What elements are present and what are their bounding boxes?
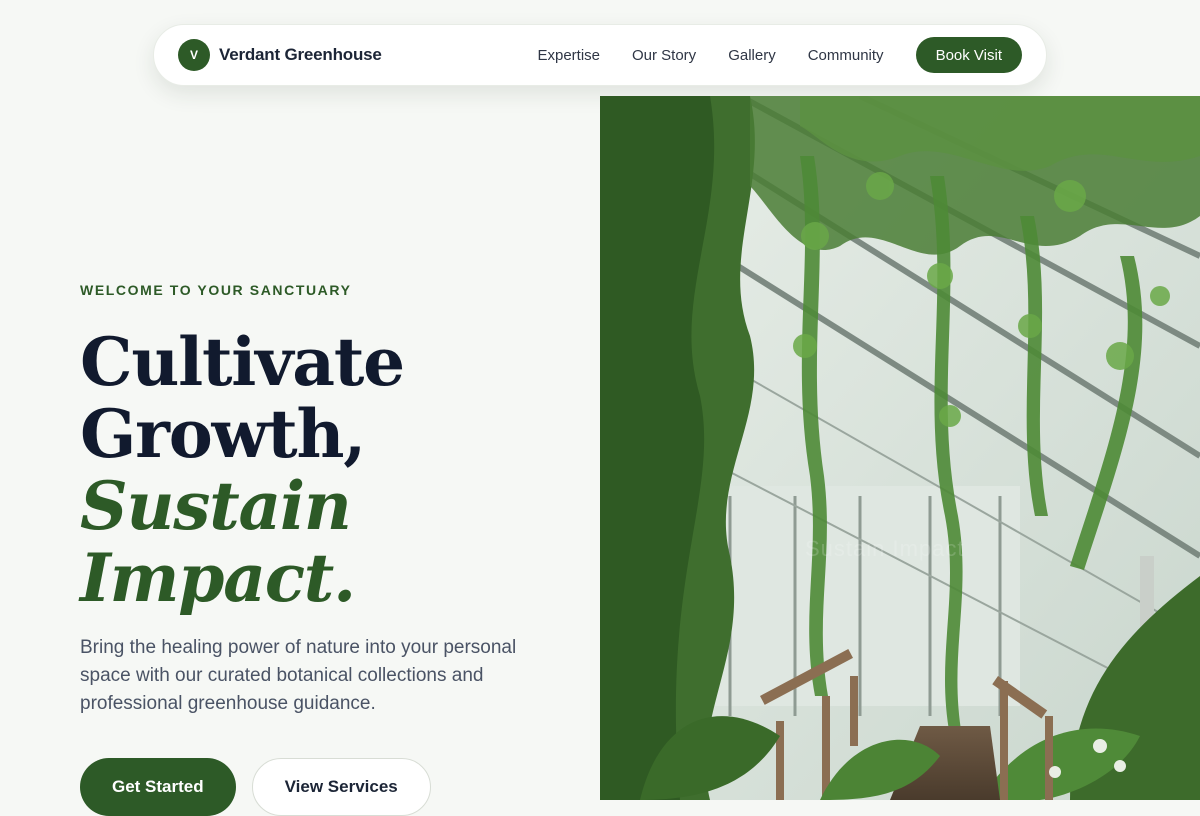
top-navigation: V Verdant Greenhouse Expertise Our Story…	[153, 24, 1047, 86]
nav-link-expertise[interactable]: Expertise	[537, 47, 600, 64]
headline-line-2: Growth,	[80, 395, 366, 473]
hero-actions: Get Started View Services	[80, 758, 560, 816]
brand-logo-link[interactable]: V Verdant Greenhouse	[178, 39, 382, 71]
nav-links: Expertise Our Story Gallery Community Bo…	[537, 37, 1022, 73]
headline-line-4: Impact.	[80, 539, 356, 617]
hero-headline: Cultivate Growth, Sustain Impact.	[80, 326, 560, 614]
view-services-button[interactable]: View Services	[251, 758, 431, 816]
headline-line-3: Sustain	[80, 467, 352, 545]
nav-link-community[interactable]: Community	[808, 47, 884, 64]
hero-description: Bring the healing power of nature into y…	[80, 637, 517, 714]
brand-name: Verdant Greenhouse	[219, 45, 382, 64]
brand-logo-icon: V	[178, 39, 210, 71]
hero-content: WELCOME TO YOUR SANCTUARY Cultivate Grow…	[80, 282, 560, 816]
headline-line-1: Cultivate	[80, 323, 405, 401]
hero-eyebrow: WELCOME TO YOUR SANCTUARY	[80, 282, 352, 298]
get-started-button[interactable]: Get Started	[80, 758, 236, 816]
nav-link-gallery[interactable]: Gallery	[728, 47, 776, 64]
greenhouse-hero-image: Sustain Impact	[600, 96, 1200, 800]
nav-link-our-story[interactable]: Our Story	[632, 47, 696, 64]
image-watermark-text: Sustain Impact	[805, 536, 965, 561]
book-visit-button[interactable]: Book Visit	[915, 37, 1022, 73]
greenhouse-illustration	[600, 96, 1200, 800]
